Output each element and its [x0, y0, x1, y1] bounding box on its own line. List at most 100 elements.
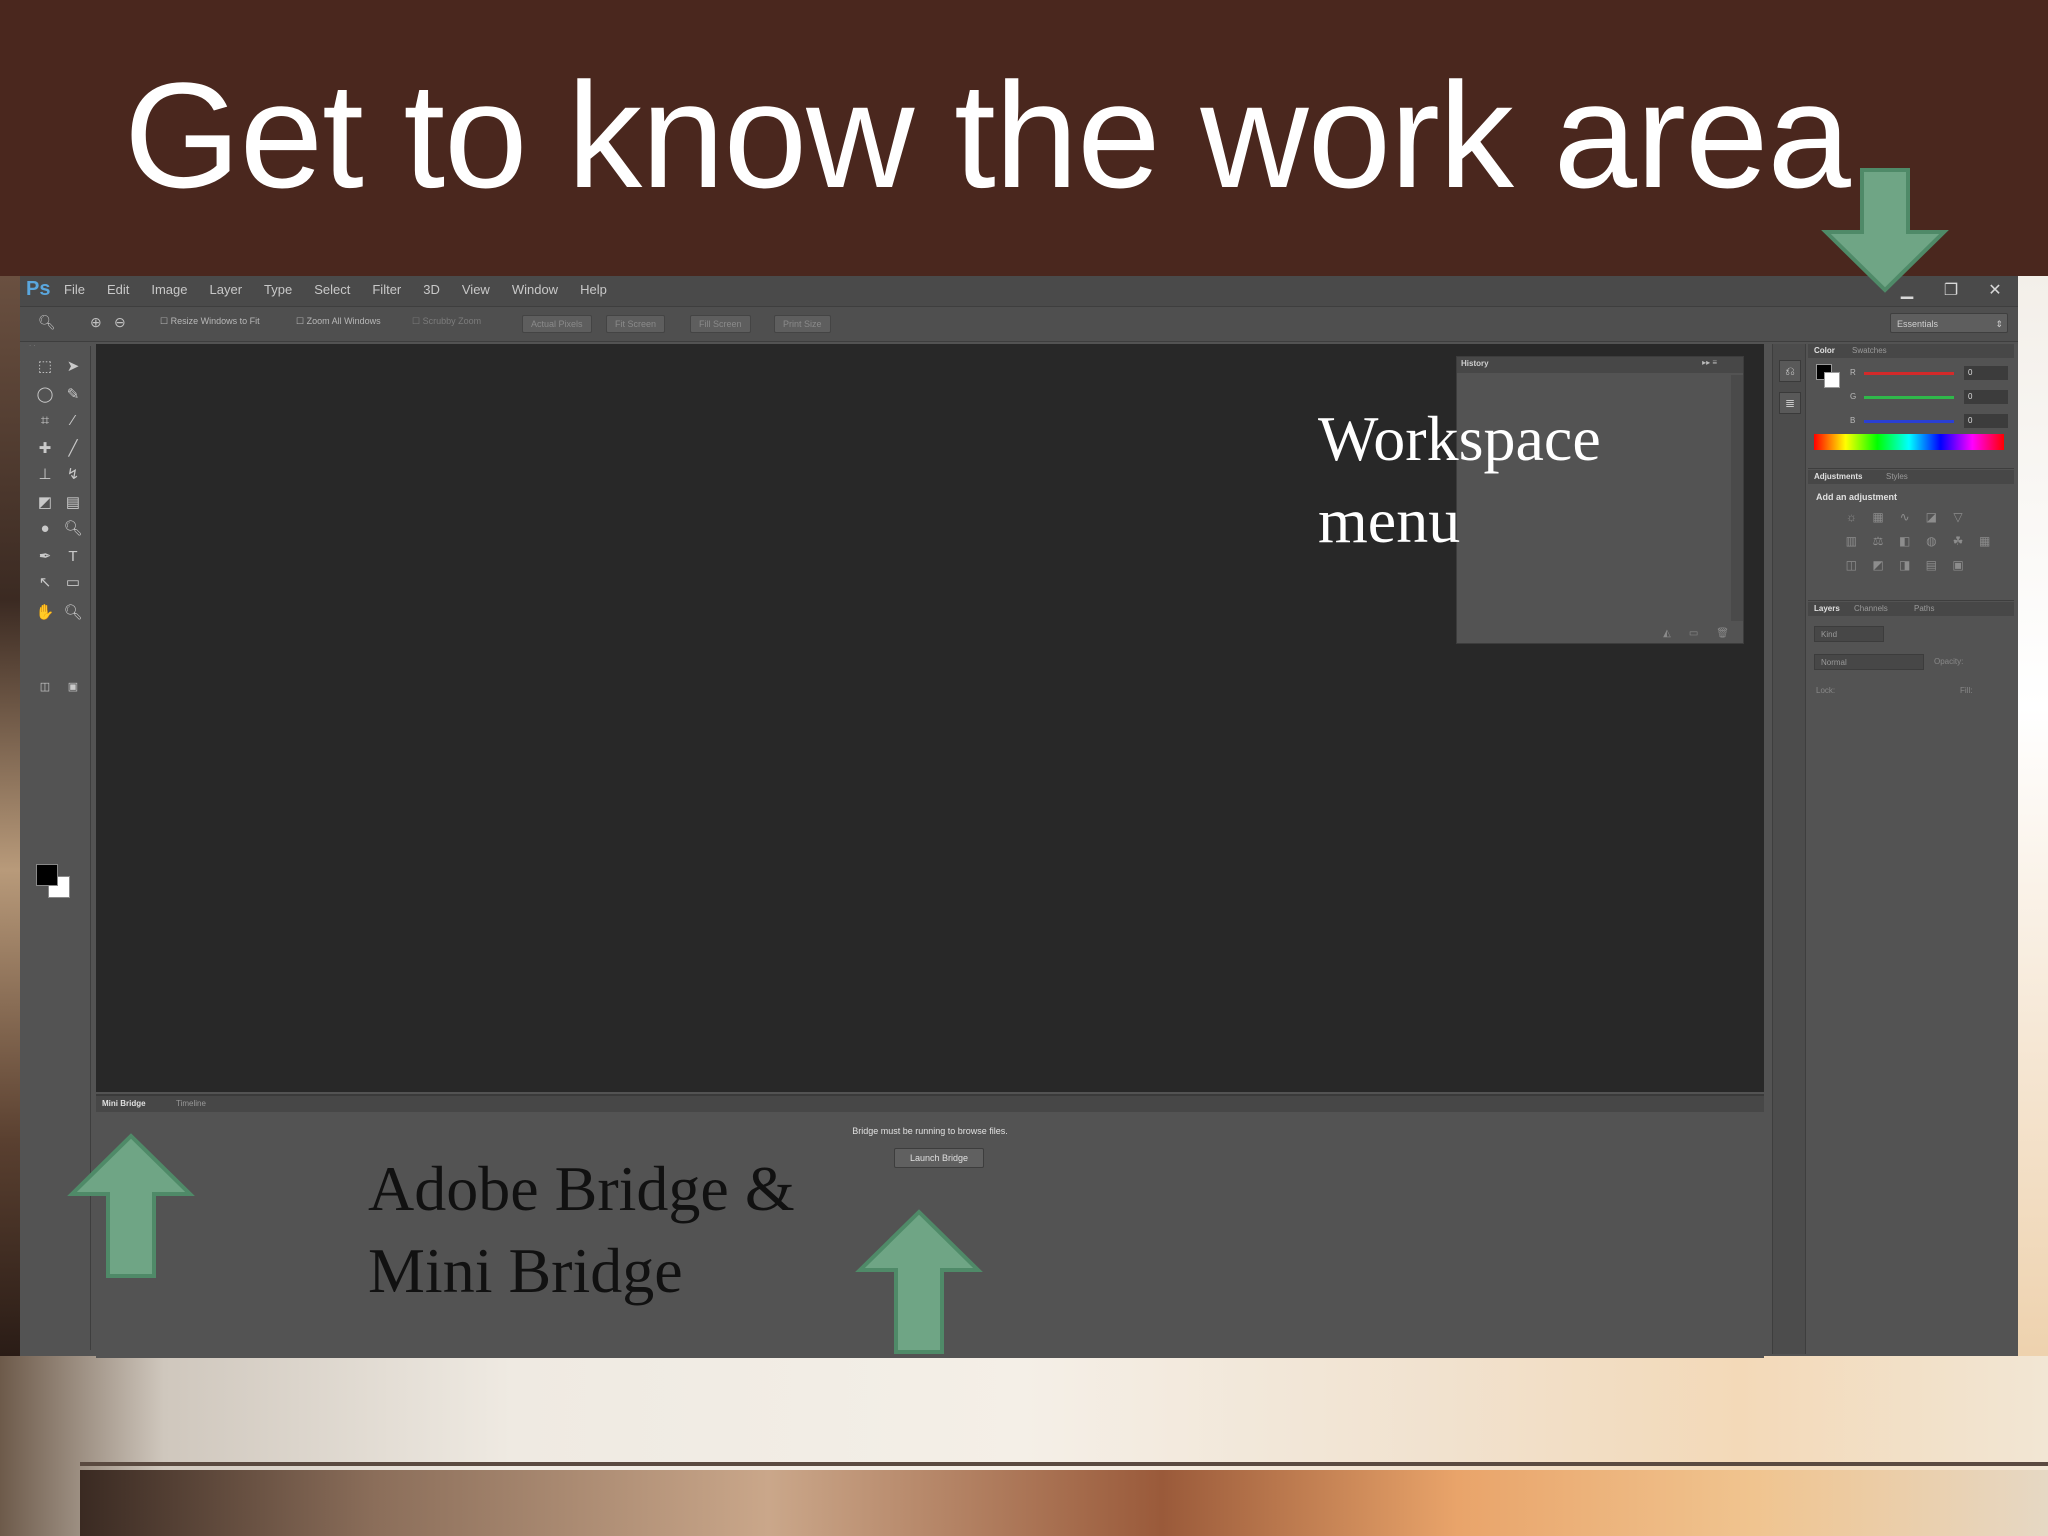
clone-stamp-tool-icon[interactable]: ⊥: [32, 464, 58, 486]
menu-layer[interactable]: Layer: [210, 282, 243, 297]
trash-icon[interactable]: 🗑︎: [1716, 628, 1729, 639]
brush-tool-icon[interactable]: ╱: [60, 438, 86, 460]
vibrance-icon[interactable]: ▽: [1945, 510, 1972, 524]
threshold-icon[interactable]: ◨: [1891, 558, 1918, 572]
red-slider[interactable]: R 0: [1818, 366, 2008, 382]
tab-timeline[interactable]: Timeline: [176, 1099, 206, 1108]
color-spectrum[interactable]: [1814, 434, 2004, 450]
screen-mode-icon[interactable]: ▣: [60, 676, 86, 698]
menu-help[interactable]: Help: [580, 282, 607, 297]
actual-pixels-button[interactable]: Actual Pixels: [522, 315, 592, 333]
dodge-tool-icon[interactable]: 🔍︎: [60, 518, 86, 540]
tab-layers[interactable]: Layers: [1814, 604, 1840, 613]
opacity-label: Opacity:: [1934, 657, 1964, 666]
adjustment-icons: ☼ ▦ ∿ ◪ ▽ ▥ ⚖ ◧ ◍ ☘ ▦ ◫ ◩ ◨ ▤ ▣: [1838, 510, 1998, 572]
hand-tool-icon[interactable]: ✋: [32, 602, 58, 624]
panel-menu-icon[interactable]: ▸▸ ≡: [1702, 358, 1717, 367]
menu-window[interactable]: Window: [512, 282, 558, 297]
history-brush-tool-icon[interactable]: ↯: [60, 464, 86, 486]
tab-swatches[interactable]: Swatches: [1852, 346, 1887, 355]
green-value[interactable]: 0: [1964, 390, 2008, 404]
tab-channels[interactable]: Channels: [1854, 604, 1888, 613]
blend-mode-select[interactable]: Normal: [1814, 654, 1924, 670]
history-scrollbar[interactable]: [1731, 375, 1743, 621]
tab-paths[interactable]: Paths: [1914, 604, 1934, 613]
zoom-all-checkbox[interactable]: ☐ Zoom All Windows: [296, 316, 381, 327]
color-lookup-icon[interactable]: ▦: [1971, 534, 1998, 548]
tab-color[interactable]: Color: [1814, 346, 1835, 355]
marquee-tool-icon[interactable]: ⬚: [32, 356, 58, 378]
channel-mixer-icon[interactable]: ☘: [1945, 534, 1972, 548]
tab-styles[interactable]: Styles: [1886, 472, 1908, 481]
layers-panel: Layers Channels Paths Kind Normal Opacit…: [1808, 602, 2014, 1354]
healing-brush-tool-icon[interactable]: ✚: [32, 438, 58, 460]
snapshot-icon[interactable]: ◭: [1663, 628, 1671, 639]
path-selection-tool-icon[interactable]: ↖: [32, 572, 58, 594]
green-slider[interactable]: G 0: [1818, 390, 2008, 406]
menu-edit[interactable]: Edit: [107, 282, 129, 297]
scrubby-zoom-checkbox[interactable]: ☐ Scrubby Zoom: [412, 316, 481, 327]
menu-select[interactable]: Select: [314, 282, 350, 297]
tab-mini-bridge[interactable]: Mini Bridge: [102, 1099, 146, 1108]
hue-saturation-icon[interactable]: ▥: [1838, 534, 1865, 548]
blue-value[interactable]: 0: [1964, 414, 2008, 428]
gradient-tool-icon[interactable]: ▤: [60, 492, 86, 514]
color-balance-icon[interactable]: ⚖: [1865, 534, 1892, 548]
arrow-down-icon: [1821, 168, 1949, 293]
levels-icon[interactable]: ▦: [1865, 510, 1892, 524]
pen-tool-icon[interactable]: ✒: [32, 546, 58, 568]
slide-title-bar: Get to know the work area: [0, 0, 2048, 276]
new-document-icon[interactable]: ▭: [1689, 628, 1698, 639]
fill-screen-button[interactable]: Fill Screen: [690, 315, 751, 333]
zoom-in-icon[interactable]: ⊕: [90, 314, 102, 331]
gradient-map-icon[interactable]: ▤: [1918, 558, 1945, 572]
layer-filter-kind[interactable]: Kind: [1814, 626, 1884, 642]
lasso-tool-icon[interactable]: ◯: [32, 384, 58, 406]
workspace-menu[interactable]: Essentials ⇕: [1890, 313, 2008, 333]
photo-filter-icon[interactable]: ◍: [1918, 534, 1945, 548]
blur-tool-icon[interactable]: ●: [32, 518, 58, 540]
properties-panel-icon[interactable]: ≣: [1779, 392, 1801, 414]
menu-view[interactable]: View: [462, 282, 490, 297]
resize-windows-label: Resize Windows to Fit: [170, 316, 260, 326]
launch-bridge-button[interactable]: Launch Bridge: [894, 1148, 984, 1168]
red-track[interactable]: [1864, 372, 1954, 375]
zoom-out-icon[interactable]: ⊖: [114, 314, 126, 331]
curves-icon[interactable]: ∿: [1891, 510, 1918, 524]
brightness-icon[interactable]: ☼: [1838, 510, 1865, 524]
fit-screen-button[interactable]: Fit Screen: [606, 315, 666, 333]
type-tool-icon[interactable]: T: [60, 546, 86, 568]
foreground-color-swatch[interactable]: [36, 864, 58, 886]
invert-icon[interactable]: ◫: [1838, 558, 1865, 572]
shape-tool-icon[interactable]: ▭: [60, 572, 86, 594]
menu-image[interactable]: Image: [151, 282, 187, 297]
close-icon[interactable]: ✕: [1986, 280, 2004, 300]
blue-track[interactable]: [1864, 420, 1954, 423]
resize-windows-checkbox[interactable]: ☐ Resize Windows to Fit: [160, 316, 260, 327]
zoom-tool-icon[interactable]: 🔍︎: [38, 314, 56, 331]
menu-3d[interactable]: 3D: [423, 282, 440, 297]
crop-tool-icon[interactable]: ⌗: [32, 410, 58, 432]
selective-color-icon[interactable]: ▣: [1945, 558, 1972, 572]
color-panel-tabs: Color Swatches: [1808, 344, 2014, 358]
black-white-icon[interactable]: ◧: [1891, 534, 1918, 548]
eraser-tool-icon[interactable]: ◩: [32, 492, 58, 514]
workspace-menu-annotation: Workspace menu: [1318, 398, 1648, 562]
quick-mask-icon[interactable]: ◫: [32, 676, 58, 698]
zoom-tool-panel-icon[interactable]: 🔍︎: [60, 602, 86, 624]
blue-slider[interactable]: B 0: [1818, 414, 2008, 430]
history-panel-icon[interactable]: ⎌: [1779, 360, 1801, 382]
menu-filter[interactable]: Filter: [372, 282, 401, 297]
green-track[interactable]: [1864, 396, 1954, 399]
eyedropper-tool-icon[interactable]: ⁄: [60, 410, 86, 432]
exposure-icon[interactable]: ◪: [1918, 510, 1945, 524]
posterize-icon[interactable]: ◩: [1865, 558, 1892, 572]
print-size-button[interactable]: Print Size: [774, 315, 831, 333]
menu-file[interactable]: File: [64, 282, 85, 297]
move-tool-icon[interactable]: ➤: [60, 356, 86, 378]
tab-adjustments[interactable]: Adjustments: [1814, 472, 1862, 481]
red-value[interactable]: 0: [1964, 366, 2008, 380]
menu-type[interactable]: Type: [264, 282, 292, 297]
quick-select-tool-icon[interactable]: ✎: [60, 384, 86, 406]
history-tab[interactable]: History: [1461, 359, 1489, 368]
